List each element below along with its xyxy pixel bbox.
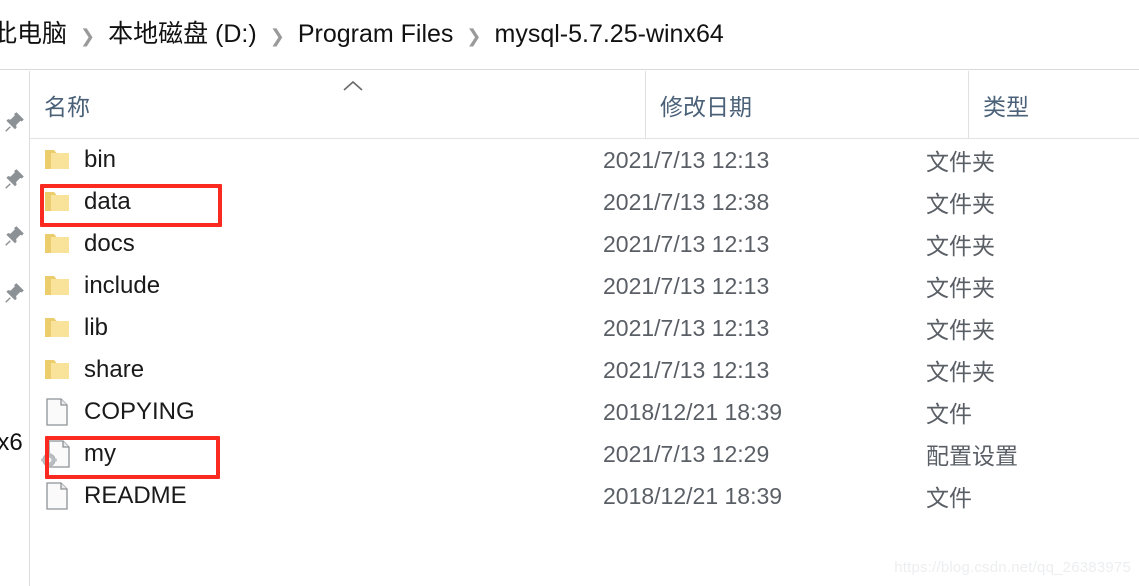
table-row[interactable]: data 2021/7/13 12:38 文件夹 (30, 181, 1139, 223)
file-list[interactable]: bin 2021/7/13 12:13 文件夹 data 2021/7/13 1… (30, 139, 1139, 586)
pushpin-icon[interactable] (1, 223, 27, 249)
file-date-modified: 2021/7/13 12:13 (603, 146, 770, 173)
table-row[interactable]: docs 2021/7/13 12:13 文件夹 (30, 223, 1139, 265)
table-row[interactable]: my 2021/7/13 12:29 配置设置 (30, 433, 1139, 475)
file-date-modified: 2021/7/13 12:13 (603, 356, 770, 383)
navigation-pane[interactable]: nx6 (0, 71, 30, 586)
file-name[interactable]: share (84, 356, 589, 384)
file-date-modified: 2021/7/13 12:13 (603, 272, 770, 299)
file-date-modified: 2021/7/13 12:38 (603, 188, 770, 215)
chevron-right-icon: ❯ (466, 25, 482, 46)
file-name[interactable]: docs (84, 230, 589, 258)
file-name[interactable]: COPYING (84, 398, 589, 426)
file-name[interactable]: bin (84, 146, 589, 174)
file-name[interactable]: my (84, 440, 589, 468)
column-header-date-modified[interactable]: 修改日期 (645, 71, 968, 139)
pushpin-icon[interactable] (1, 166, 27, 192)
file-icon (30, 397, 84, 427)
file-name[interactable]: README (84, 482, 589, 510)
file-date-modified: 2018/12/21 18:39 (603, 482, 783, 509)
file-type: 文件夹 (926, 359, 995, 385)
breadcrumb-item-program-files[interactable]: Program Files (292, 20, 460, 49)
column-header-type[interactable]: 类型 (968, 71, 1139, 139)
folder-icon (30, 315, 84, 341)
folder-icon (30, 357, 84, 383)
file-name[interactable]: include (84, 272, 589, 300)
pushpin-icon[interactable] (1, 109, 27, 135)
table-row[interactable]: share 2021/7/13 12:13 文件夹 (30, 349, 1139, 391)
file-date-modified: 2021/7/13 12:13 (603, 230, 770, 257)
column-header-row[interactable]: 名称 修改日期 类型 (30, 71, 1139, 139)
file-type: 配置设置 (926, 443, 1018, 469)
file-type: 文件 (926, 401, 972, 427)
file-type: 文件夹 (926, 317, 995, 343)
folder-icon (30, 231, 84, 257)
column-header-date-label: 修改日期 (660, 94, 752, 120)
table-row[interactable]: include 2021/7/13 12:13 文件夹 (30, 265, 1139, 307)
table-row[interactable]: bin 2021/7/13 12:13 文件夹 (30, 139, 1139, 181)
breadcrumb[interactable]: 此电脑 ❯ 本地磁盘 (D:) ❯ Program Files ❯ mysql-… (0, 20, 730, 49)
file-type: 文件夹 (926, 233, 995, 259)
file-date-modified: 2018/12/21 18:39 (603, 398, 783, 425)
file-type: 文件夹 (926, 191, 995, 217)
folder-icon (30, 189, 84, 215)
table-row[interactable]: COPYING 2018/12/21 18:39 文件 (30, 391, 1139, 433)
sort-ascending-icon (342, 79, 364, 93)
file-type: 文件夹 (926, 149, 995, 175)
pushpin-icon[interactable] (1, 280, 27, 306)
chevron-right-icon: ❯ (269, 25, 285, 46)
folder-icon (30, 273, 84, 299)
address-bar[interactable]: 此电脑 ❯ 本地磁盘 (D:) ❯ Program Files ❯ mysql-… (0, 0, 1139, 70)
column-header-type-label: 类型 (983, 94, 1029, 120)
folder-icon (30, 147, 84, 173)
file-date-modified: 2021/7/13 12:13 (603, 314, 770, 341)
table-row[interactable]: README 2018/12/21 18:39 文件 (30, 475, 1139, 517)
file-name[interactable]: data (84, 188, 589, 216)
chevron-right-icon: ❯ (80, 25, 96, 46)
breadcrumb-item-this-pc[interactable]: 此电脑 (0, 20, 73, 49)
column-header-name[interactable]: 名称 (30, 71, 645, 139)
table-row[interactable]: lib 2021/7/13 12:13 文件夹 (30, 307, 1139, 349)
breadcrumb-item-mysql[interactable]: mysql-5.7.25-winx64 (489, 20, 730, 49)
file-icon (30, 481, 84, 511)
file-date-modified: 2021/7/13 12:29 (603, 440, 770, 467)
config-file-icon (30, 439, 84, 469)
nav-item-clipped-label[interactable]: nx6 (0, 429, 23, 457)
watermark: https://blog.csdn.net/qq_26383975 (894, 559, 1131, 576)
breadcrumb-item-local-disk[interactable]: 本地磁盘 (D:) (102, 20, 263, 49)
column-header-name-label: 名称 (44, 94, 90, 120)
file-type: 文件 (926, 485, 972, 511)
file-name[interactable]: lib (84, 314, 589, 342)
file-type: 文件夹 (926, 275, 995, 301)
